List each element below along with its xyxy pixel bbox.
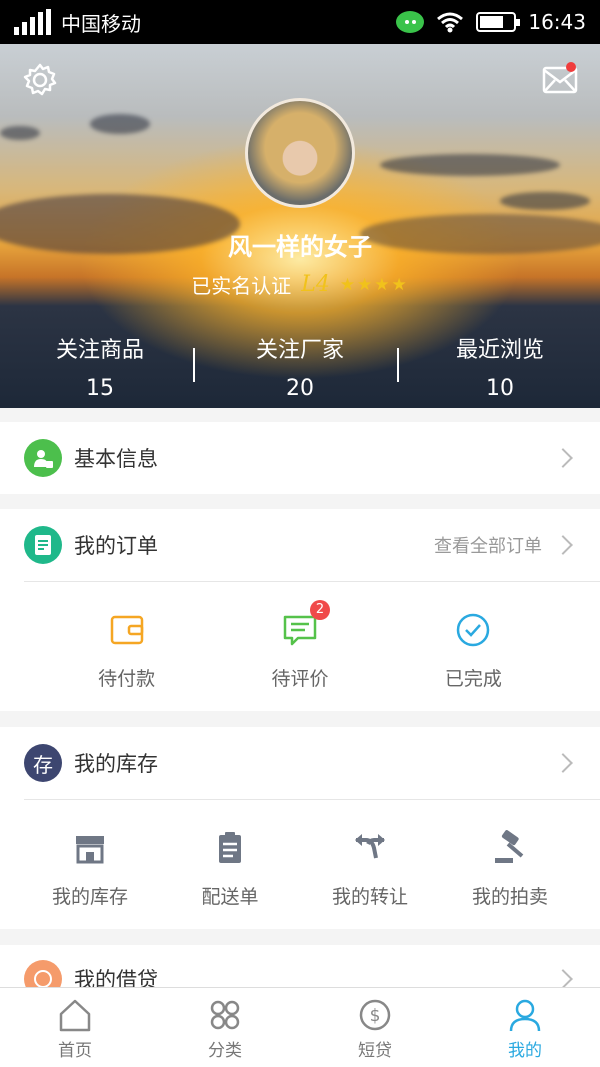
signal-icon — [14, 9, 51, 35]
order-list-icon — [24, 526, 62, 564]
inventory-item-label: 配送单 — [201, 886, 259, 908]
avatar[interactable] — [245, 98, 355, 208]
inventory-icon-text: 存 — [33, 752, 53, 777]
basic-info-section: 基本信息 — [0, 422, 600, 494]
tab-label: 短贷 — [358, 1041, 392, 1061]
chevron-right-icon — [553, 969, 573, 989]
inventory-my-stock[interactable]: 我的库存 — [20, 800, 160, 909]
stat-label: 关注厂家 — [255, 338, 344, 363]
stat-followed-products[interactable]: 关注商品 15 — [0, 332, 200, 402]
user-icon — [509, 999, 541, 1032]
status-bar: 中国移动 16:43 — [0, 0, 600, 44]
order-status-label: 已完成 — [444, 668, 502, 690]
profile-header: 风一样的女子 已实名认证 L4 ★★★★ 关注商品 15 关注厂家 20 最近浏… — [0, 44, 600, 408]
stat-value: 20 — [286, 376, 314, 401]
carrier-label: 中国移动 — [61, 11, 141, 36]
inventory-label: 我的库存 — [74, 752, 158, 776]
inventory-icon: 存 — [24, 744, 62, 782]
orders-label: 我的订单 — [74, 534, 158, 558]
order-pending-review[interactable]: 2 待评价 — [213, 582, 386, 691]
stat-label: 关注商品 — [55, 338, 144, 363]
check-circle-icon — [457, 613, 490, 647]
chevron-right-icon — [553, 448, 573, 468]
tab-category[interactable]: 分类 — [150, 988, 300, 1067]
tab-label: 我的 — [508, 1041, 542, 1061]
gavel-icon — [495, 830, 524, 863]
stat-recent-views[interactable]: 最近浏览 10 — [400, 332, 600, 402]
review-count-badge: 2 — [309, 600, 330, 620]
basic-info-label: 基本信息 — [74, 447, 158, 471]
stat-value: 10 — [486, 376, 514, 401]
view-all-orders-link[interactable]: 查看全部订单 — [434, 532, 542, 558]
basic-info-row[interactable]: 基本信息 — [0, 422, 600, 494]
stat-divider — [397, 348, 399, 382]
stat-label: 最近浏览 — [455, 338, 544, 363]
inventory-delivery-order[interactable]: 配送单 — [160, 800, 300, 909]
chevron-right-icon — [553, 753, 573, 773]
level-badge: L4 — [301, 272, 330, 297]
inventory-auction[interactable]: 我的拍卖 — [440, 800, 580, 909]
order-status-label: 待评价 — [271, 668, 329, 690]
inventory-item-label: 我的拍卖 — [471, 886, 548, 908]
inventory-item-label: 我的库存 — [51, 886, 128, 908]
svg-text:$: $ — [370, 1006, 381, 1026]
dollar-coin-icon: $ — [359, 999, 391, 1031]
inventory-transfer[interactable]: 我的转让 — [300, 800, 440, 909]
tab-label: 分类 — [208, 1041, 242, 1061]
battery-icon — [476, 12, 521, 32]
settings-gear-icon[interactable] — [22, 62, 58, 98]
stats-row: 关注商品 15 关注厂家 20 最近浏览 10 — [0, 332, 600, 402]
verification-row: 已实名认证 L4 ★★★★ — [0, 270, 600, 299]
inventory-item-label: 我的转让 — [331, 886, 408, 908]
orders-section: 我的订单 查看全部订单 待付款 2 待评价 已完成 — [0, 509, 600, 711]
wechat-icon — [396, 11, 425, 33]
bottom-tab-bar: 首页 分类 $ 短贷 我的 — [0, 987, 600, 1067]
tab-mine[interactable]: 我的 — [450, 988, 600, 1067]
transfer-arrows-icon — [355, 834, 385, 859]
home-icon — [59, 999, 91, 1032]
wallet-icon — [110, 615, 143, 645]
username: 风一样的女子 — [228, 233, 372, 261]
user-id-icon — [24, 439, 62, 477]
stat-value: 15 — [86, 376, 114, 401]
unread-dot — [566, 62, 576, 72]
stat-followed-manufacturers[interactable]: 关注厂家 20 — [200, 332, 400, 402]
tab-label: 首页 — [58, 1041, 92, 1061]
orders-row[interactable]: 我的订单 查看全部订单 — [0, 509, 600, 581]
verified-label: 已实名认证 — [191, 274, 292, 298]
tab-short-loan[interactable]: $ 短贷 — [300, 988, 450, 1067]
order-status-label: 待付款 — [98, 668, 156, 690]
rating-stars: ★★★★ — [339, 274, 409, 295]
wifi-icon — [437, 12, 464, 33]
clock: 16:43 — [528, 10, 586, 34]
stat-divider — [193, 348, 195, 382]
category-grid-icon — [210, 1000, 240, 1030]
order-pending-payment[interactable]: 待付款 — [40, 582, 213, 691]
order-completed[interactable]: 已完成 — [387, 582, 560, 691]
clipboard-icon — [219, 832, 241, 863]
chevron-right-icon — [553, 535, 573, 555]
tab-home[interactable]: 首页 — [0, 988, 150, 1067]
store-icon — [76, 836, 104, 864]
inventory-row[interactable]: 存 我的库存 — [0, 727, 600, 799]
inventory-section: 存 我的库存 我的库存 配送单 我的转让 我的拍卖 — [0, 727, 600, 929]
